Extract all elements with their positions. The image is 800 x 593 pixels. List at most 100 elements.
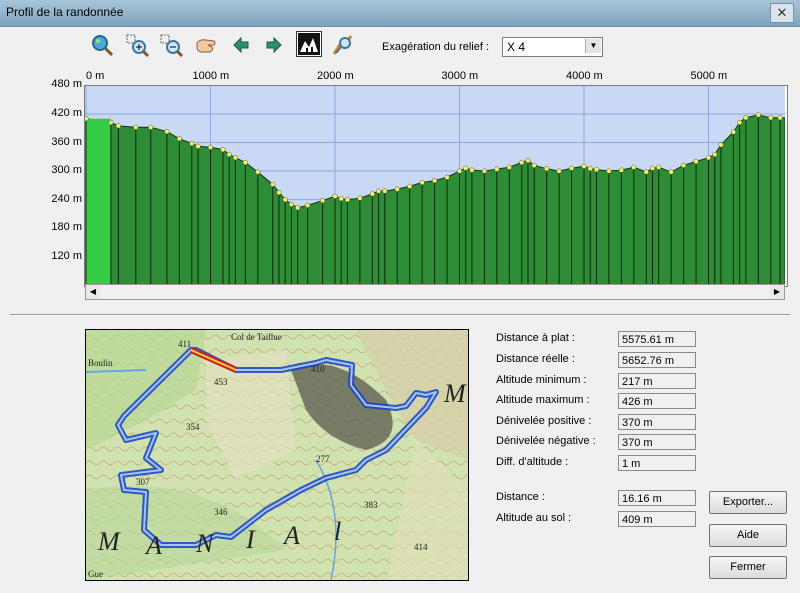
data-point-56 — [681, 162, 687, 168]
x-tick-label-4: 4000 m — [566, 70, 603, 82]
data-point-57 — [693, 158, 699, 165]
y-tick-label-6: 120 m — [51, 249, 82, 262]
map-label-354: 354 — [186, 422, 200, 432]
y-tick-label-4: 240 m — [51, 192, 82, 205]
elevation-profile-chart[interactable] — [83, 84, 788, 287]
data-point-50 — [618, 167, 624, 173]
data-point-43 — [544, 166, 550, 172]
scroll-left-icon[interactable]: ◀ — [86, 285, 100, 299]
previous-button[interactable] — [228, 32, 254, 58]
data-point-64 — [755, 112, 761, 118]
cursor-altitude-value: 409 m — [618, 511, 696, 527]
data-point-26 — [369, 191, 375, 197]
data-point-11 — [226, 151, 232, 157]
stat-real-distance-value: 5652.76 m — [618, 352, 696, 368]
stat-max-altitude-label: Altitude maximum : — [496, 394, 590, 406]
stat-real-distance-label: Distance réelle : — [496, 353, 575, 365]
data-point-36 — [469, 167, 475, 173]
data-point-2 — [115, 123, 121, 129]
data-point-31 — [419, 179, 425, 186]
data-point-0 — [83, 116, 89, 122]
close-button[interactable]: Fermer — [709, 556, 787, 579]
data-point-10 — [220, 147, 226, 153]
export-button[interactable]: Exporter... — [709, 491, 787, 514]
zoom-globe-button[interactable] — [89, 32, 115, 58]
exaggeration-select[interactable]: X 4 ▼ — [502, 37, 603, 57]
data-point-47 — [587, 166, 593, 172]
y-tick-label-3: 300 m — [51, 164, 82, 177]
terrain-profile-icon — [298, 33, 320, 55]
zoom-in-button[interactable] — [124, 32, 150, 58]
exaggeration-value: X 4 — [507, 40, 526, 54]
map-label-414: 414 — [414, 542, 428, 552]
stat-altitude-diff-label: Diff. d'altitude : — [496, 456, 569, 468]
next-button[interactable] — [261, 32, 287, 58]
scroll-right-icon[interactable]: ▶ — [770, 285, 784, 299]
map-label-346: 346 — [214, 507, 228, 517]
x-tick-label-2: 2000 m — [317, 70, 354, 82]
stat-max-altitude-value: 426 m — [618, 393, 696, 409]
data-point-17 — [282, 197, 288, 203]
data-point-66 — [777, 115, 783, 121]
data-point-53 — [649, 165, 656, 171]
data-point-33 — [444, 174, 450, 180]
zoom-out-button[interactable] — [158, 32, 184, 58]
data-point-29 — [394, 186, 400, 192]
zoom-out-icon — [160, 34, 183, 57]
data-point-40 — [519, 159, 525, 166]
chevron-down-icon[interactable]: ▼ — [585, 39, 601, 53]
y-tick-label-2: 360 m — [51, 135, 82, 148]
data-point-37 — [481, 168, 487, 174]
y-tick-label-1: 420 m — [51, 106, 82, 119]
data-point-25 — [357, 195, 363, 201]
x-tick-label-3: 3000 m — [441, 70, 479, 82]
x-tick-label-0: 0 m — [86, 70, 105, 82]
data-point-14 — [255, 169, 261, 175]
map-label-383: 383 — [364, 500, 378, 510]
zoom-globe-icon — [92, 35, 114, 57]
data-point-23 — [338, 196, 344, 202]
stat-positive-elevation-value: 370 m — [618, 414, 696, 430]
close-window-button[interactable]: ✕ — [770, 3, 794, 23]
stat-flat-distance-value: 5575.61 m — [618, 331, 696, 347]
map-label-410: 410 — [311, 364, 325, 374]
map-letter-m: M — [97, 527, 121, 556]
data-point-28 — [382, 188, 388, 194]
data-point-5 — [164, 129, 170, 135]
data-point-19 — [295, 205, 301, 211]
arrow-right-icon — [266, 36, 282, 54]
help-button[interactable]: Aide — [709, 524, 787, 547]
data-point-32 — [432, 178, 438, 184]
window-title: Profil de la randonnée — [6, 5, 124, 19]
terrain-profile-button[interactable] — [296, 31, 322, 57]
map-letter-n: N — [195, 529, 215, 558]
map-letter-a2: A — [282, 521, 300, 550]
map-letter-l: l — [334, 517, 341, 546]
data-point-20 — [305, 202, 311, 208]
map-label-307: 307 — [136, 477, 150, 487]
data-point-39 — [506, 164, 512, 170]
y-tick-label-5: 180 m — [51, 221, 82, 234]
data-point-9 — [207, 144, 214, 150]
stat-flat-distance-label: Distance à plat : — [496, 332, 575, 344]
title-bar: Profil de la randonnée ✕ — [0, 0, 800, 27]
y-tick-label-0: 480 m — [51, 78, 82, 91]
stat-positive-elevation-label: Dénivelée positive : — [496, 415, 592, 427]
stat-negative-elevation-value: 370 m — [618, 434, 696, 450]
search-path-button[interactable] — [330, 32, 356, 58]
map-label-gue: Gue — [88, 569, 103, 579]
data-point-61 — [730, 129, 736, 135]
hand-pan-icon — [196, 39, 216, 53]
profile-scrollbar[interactable]: ◀ ▶ — [85, 284, 785, 300]
cursor-distance-value: 16.16 m — [618, 490, 696, 506]
map-letter-m2: M — [443, 379, 467, 408]
data-point-42 — [531, 162, 537, 168]
topo-map[interactable]: Col de Taillue Boulin 411 453 410 354 27… — [85, 329, 469, 581]
zoom-in-icon — [126, 34, 149, 57]
stat-min-altitude-label: Altitude minimum : — [496, 374, 587, 386]
data-point-3 — [133, 124, 139, 130]
pan-button[interactable] — [193, 32, 219, 58]
toolbar: Exagération du relief : X 4 ▼ — [0, 28, 800, 64]
data-point-62 — [737, 119, 743, 126]
data-point-51 — [631, 164, 637, 170]
